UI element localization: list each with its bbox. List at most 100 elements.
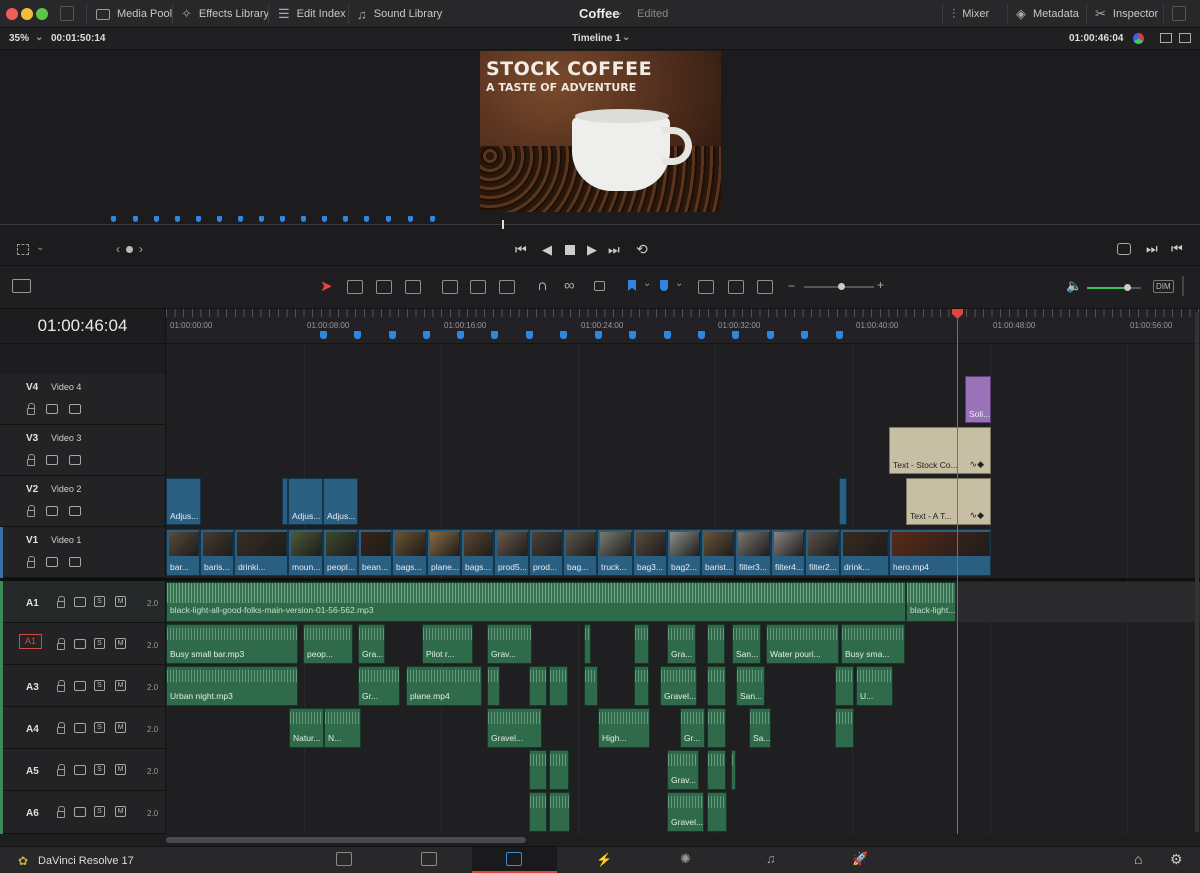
track-header-a6[interactable]: A6 S M 2.0 bbox=[0, 791, 166, 834]
selection-tool-icon[interactable]: ➤ bbox=[320, 277, 333, 295]
play-icon[interactable]: ▶ bbox=[587, 242, 597, 258]
clip-audio[interactable] bbox=[731, 750, 736, 790]
panel-toggle-icon[interactable] bbox=[60, 6, 74, 21]
viewer-marker[interactable] bbox=[133, 216, 138, 222]
clip-video[interactable]: drinki... bbox=[234, 529, 288, 576]
position-lock-icon[interactable] bbox=[594, 281, 605, 291]
solo-button[interactable]: S bbox=[94, 806, 105, 817]
clip-audio[interactable]: Sa... bbox=[749, 708, 771, 748]
media-page-icon[interactable] bbox=[336, 852, 352, 866]
clip-video[interactable]: moun... bbox=[288, 529, 323, 576]
clip-video[interactable]: bean... bbox=[358, 529, 392, 576]
deliver-page-icon[interactable]: 🚀 bbox=[852, 851, 868, 867]
clip-audio[interactable] bbox=[707, 624, 725, 664]
zoom-level[interactable]: 35% bbox=[9, 33, 29, 44]
viewer-marker[interactable] bbox=[386, 216, 391, 222]
clip-audio[interactable]: Gr... bbox=[358, 666, 400, 706]
color-page-icon[interactable]: ✺ bbox=[680, 851, 691, 867]
mute-button[interactable]: M bbox=[115, 722, 126, 733]
loop-icon[interactable]: ⟲ bbox=[636, 241, 648, 258]
track-header-v4[interactable]: V4 Video 4 bbox=[0, 374, 166, 425]
viewer-marker[interactable] bbox=[343, 216, 348, 222]
next-clip-icon[interactable]: › bbox=[139, 242, 143, 256]
clip-video[interactable]: prod... bbox=[529, 529, 563, 576]
clip-adjustment[interactable] bbox=[839, 478, 847, 525]
chevron-down-icon[interactable]: ⌄ bbox=[675, 278, 683, 289]
track-header-a5[interactable]: A5 S M 2.0 bbox=[0, 749, 166, 791]
clip-audio[interactable]: peop... bbox=[303, 624, 353, 664]
viewer-marker[interactable] bbox=[430, 216, 435, 222]
playhead[interactable] bbox=[957, 309, 958, 834]
sound-library-button[interactable]: ♫ Sound Library bbox=[357, 0, 442, 28]
viewer-marker[interactable] bbox=[217, 216, 222, 222]
chevron-down-icon[interactable]: ⌄ bbox=[615, 7, 623, 18]
snapping-icon[interactable]: ∩ bbox=[537, 277, 548, 294]
timeline-marker[interactable] bbox=[457, 331, 464, 339]
track-visibility-icon[interactable] bbox=[69, 455, 81, 465]
mute-button[interactable]: M bbox=[115, 680, 126, 691]
timeline-marker[interactable] bbox=[836, 331, 843, 339]
lock-icon[interactable] bbox=[27, 403, 35, 415]
previous-edit-icon[interactable]: ⏮ bbox=[1171, 241, 1183, 257]
single-viewer-icon[interactable] bbox=[1160, 33, 1172, 43]
auto-select-icon[interactable] bbox=[74, 765, 86, 775]
linked-selection-icon[interactable]: ∞ bbox=[564, 277, 575, 294]
clip-adjustment[interactable]: Adjus... bbox=[323, 478, 358, 525]
dual-viewer-icon[interactable] bbox=[1179, 33, 1191, 43]
timeline-view-options-icon[interactable] bbox=[12, 279, 31, 293]
clip-audio[interactable] bbox=[835, 708, 854, 748]
auto-select-icon[interactable] bbox=[46, 455, 58, 465]
mute-button[interactable]: M bbox=[115, 764, 126, 775]
chevron-down-icon[interactable]: ⌄ bbox=[36, 242, 44, 253]
clip-audio[interactable]: black-light-all-good-folks-main-version-… bbox=[166, 582, 906, 622]
timeline-marker[interactable] bbox=[698, 331, 705, 339]
solo-button[interactable]: S bbox=[94, 764, 105, 775]
go-to-start-icon[interactable]: ⏮ bbox=[515, 242, 527, 258]
clip-video[interactable]: baris... bbox=[200, 529, 234, 576]
match-frame-icon[interactable] bbox=[1117, 243, 1131, 255]
video-audio-divider[interactable] bbox=[0, 578, 1200, 581]
solo-button[interactable]: S bbox=[94, 722, 105, 733]
clip-video[interactable]: plane... bbox=[427, 529, 461, 576]
chevron-down-icon[interactable]: ⌄ bbox=[643, 278, 651, 289]
timeline-scrollbar[interactable] bbox=[166, 837, 526, 843]
clip-audio[interactable]: U... bbox=[856, 666, 893, 706]
viewer-marker[interactable] bbox=[364, 216, 369, 222]
clip-audio[interactable]: plane.mp4 bbox=[406, 666, 482, 706]
mute-button[interactable]: M bbox=[115, 806, 126, 817]
auto-select-icon[interactable] bbox=[46, 404, 58, 414]
clip-video[interactable]: peopl... bbox=[323, 529, 358, 576]
timeline-marker[interactable] bbox=[354, 331, 361, 339]
lock-icon[interactable] bbox=[27, 505, 35, 517]
clip-video[interactable]: filter3... bbox=[735, 529, 771, 576]
viewer-marker[interactable] bbox=[259, 216, 264, 222]
maximize-window-button[interactable] bbox=[36, 8, 48, 20]
effects-library-button[interactable]: ✧ Effects Library bbox=[181, 0, 269, 28]
settings-gear-icon[interactable]: ⚙ bbox=[1170, 851, 1183, 868]
clip-audio[interactable] bbox=[634, 624, 649, 664]
clip-audio[interactable]: Gra... bbox=[358, 624, 385, 664]
overwrite-clip-icon[interactable] bbox=[470, 280, 486, 294]
stop-icon[interactable] bbox=[565, 245, 575, 255]
auto-select-icon[interactable] bbox=[46, 506, 58, 516]
trim-tool-icon[interactable] bbox=[347, 280, 363, 294]
clip-adjustment[interactable]: Adjus... bbox=[288, 478, 323, 525]
clip-video[interactable]: filter4... bbox=[771, 529, 805, 576]
clip-video[interactable]: bag2... bbox=[667, 529, 701, 576]
zoom-slider-handle[interactable] bbox=[838, 283, 845, 290]
clip-audio[interactable] bbox=[549, 750, 569, 790]
timeline-marker[interactable] bbox=[732, 331, 739, 339]
lock-icon[interactable] bbox=[27, 454, 35, 466]
clip-audio[interactable]: Gravel... bbox=[660, 666, 697, 706]
clip-audio[interactable] bbox=[529, 750, 547, 790]
timeline-ruler[interactable]: 01:00:00:00 01:00:08:00 01:00:16:00 01:0… bbox=[166, 309, 1200, 344]
clip-video[interactable]: barist... bbox=[701, 529, 735, 576]
clip-audio[interactable] bbox=[835, 666, 854, 706]
timeline-marker[interactable] bbox=[389, 331, 396, 339]
clip-solid-color[interactable]: Soli... bbox=[965, 376, 991, 423]
track-header-a4[interactable]: A4 S M 2.0 bbox=[0, 707, 166, 749]
clip-audio[interactable]: Busy sma... bbox=[841, 624, 905, 664]
clip-audio[interactable]: High... bbox=[598, 708, 650, 748]
lock-icon[interactable] bbox=[57, 638, 65, 650]
timeline-marker[interactable] bbox=[629, 331, 636, 339]
